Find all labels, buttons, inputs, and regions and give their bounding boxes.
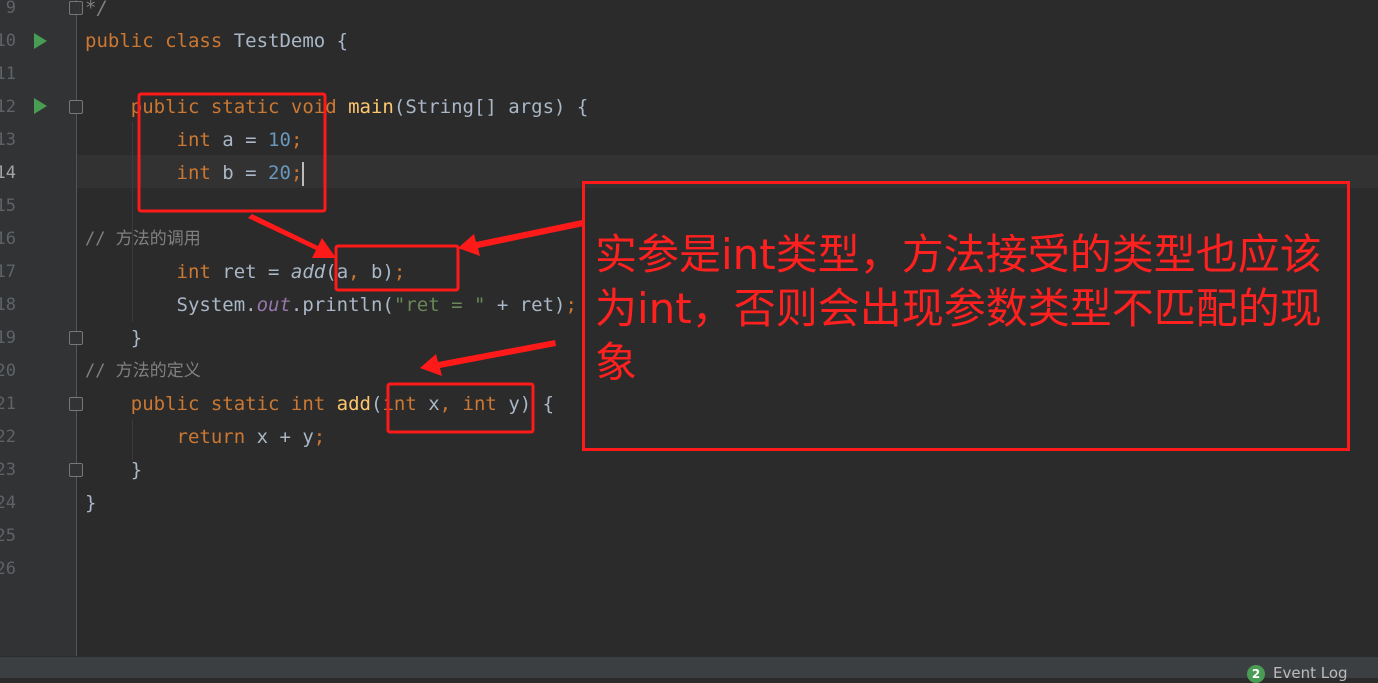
event-count-badge[interactable]: 2 — [1247, 665, 1265, 683]
highlight-box-call — [334, 244, 460, 292]
arrow-to-params — [420, 340, 556, 376]
annotation-text: 实参是int类型，方法接受的类型也应该为int，否则会出现参数类型不匹配的现象 — [595, 230, 1322, 387]
arrow-to-call — [248, 214, 336, 258]
annotation-note: 实参是int类型，方法接受的类型也应该为int，否则会出现参数类型不匹配的现象 — [582, 181, 1350, 451]
highlight-box-args — [137, 92, 327, 213]
highlight-box-params — [386, 382, 535, 434]
arrow-from-note — [458, 220, 584, 256]
status-bar: 2 Event Log — [0, 656, 1378, 683]
event-log-button[interactable]: Event Log — [1273, 664, 1348, 682]
